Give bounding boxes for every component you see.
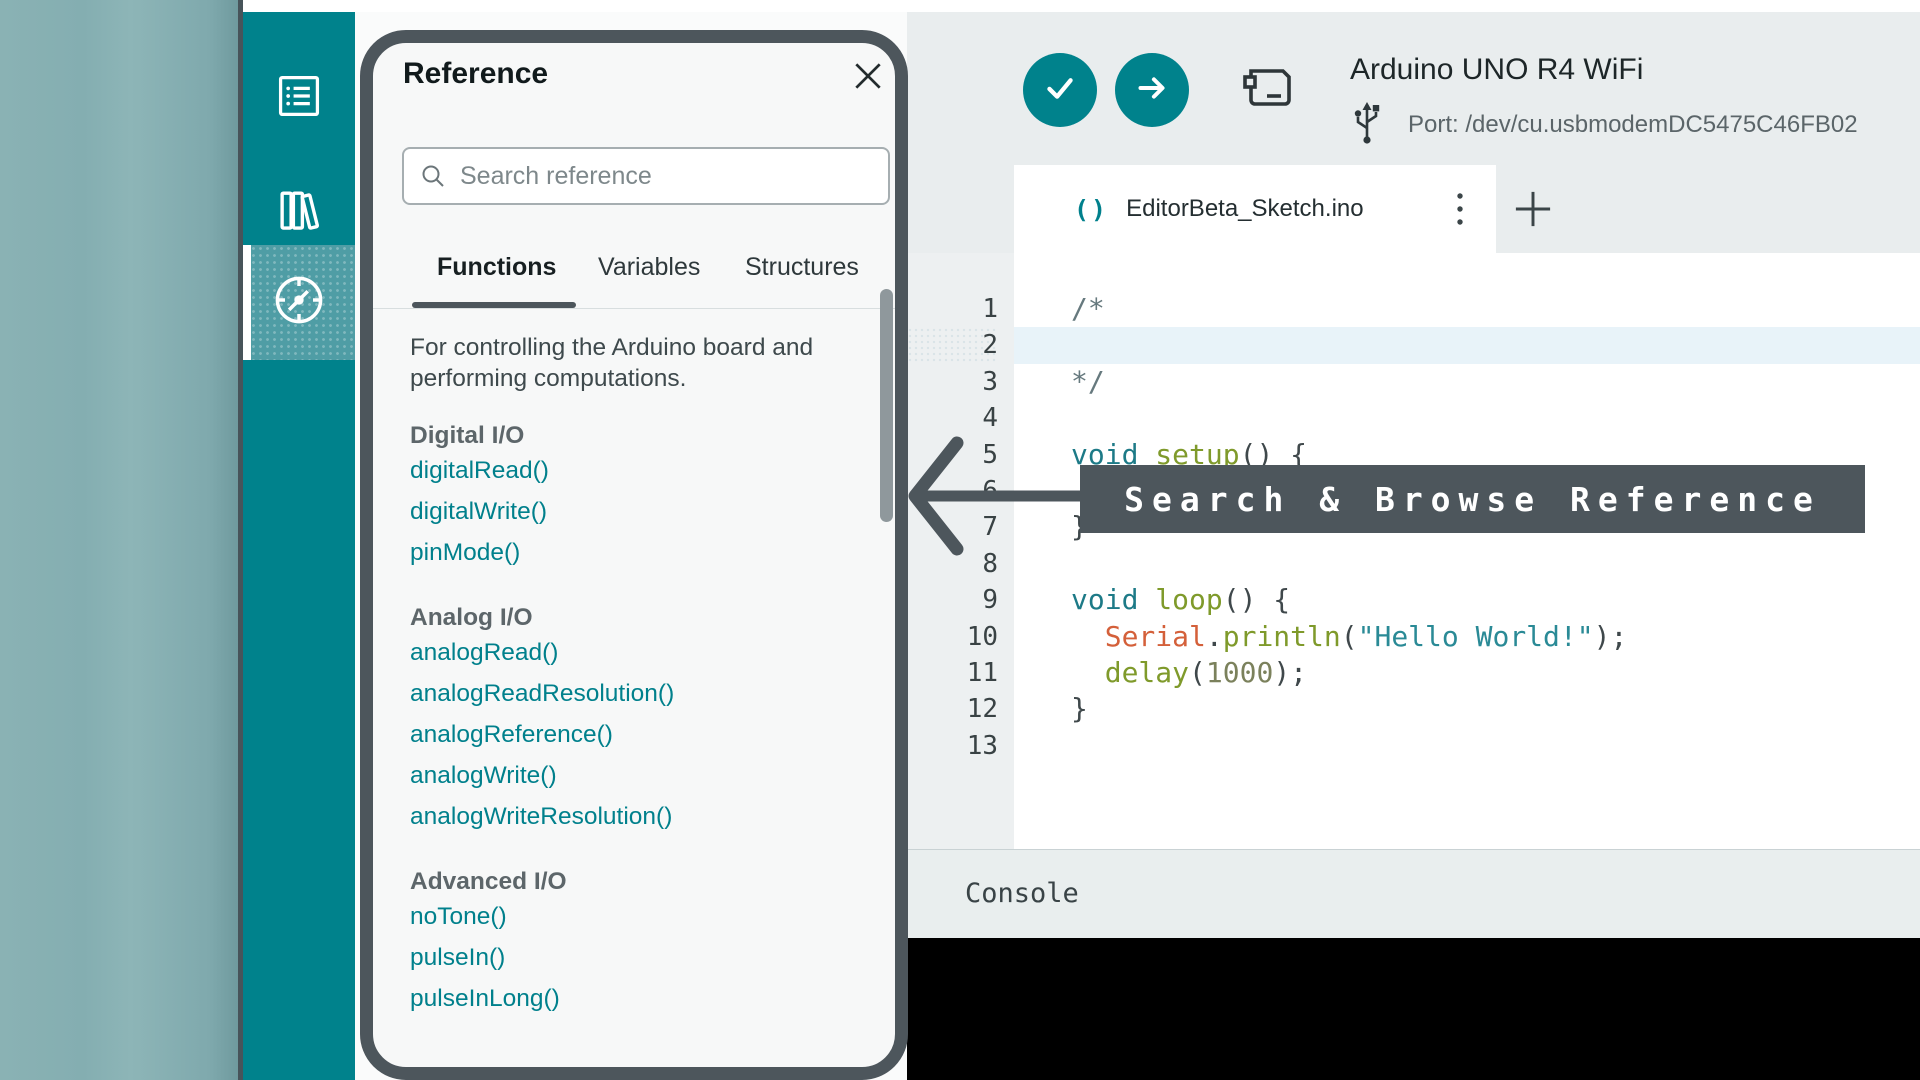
- reference-function-link[interactable]: analogReference(): [410, 714, 850, 755]
- sketch-tab-name: EditorBeta_Sketch.ino: [1126, 195, 1363, 223]
- search-input[interactable]: [460, 162, 888, 191]
- tab-strip: () EditorBeta_Sketch.ino: [907, 165, 1920, 253]
- tab-menu-kebab-icon[interactable]: [1452, 189, 1468, 229]
- arduino-cloud-editor: Arduino UNO R4 WiFi Port: /dev/cu.usbmod…: [0, 0, 1920, 1080]
- reference-search-box[interactable]: [402, 147, 890, 205]
- reference-function-link[interactable]: analogWrite(): [410, 755, 850, 796]
- line-number: 10: [907, 619, 998, 655]
- line-number: 7: [907, 509, 998, 545]
- reference-section-title: Digital I/O: [410, 422, 850, 450]
- arrow-right-icon: [1129, 65, 1175, 116]
- line-number: 4: [907, 400, 998, 436]
- upload-button[interactable]: [1115, 53, 1189, 127]
- library-books-icon: [272, 183, 326, 242]
- close-icon[interactable]: [851, 59, 885, 93]
- port-label: Port: /dev/cu.usbmodemDC5475C46FB02: [1408, 111, 1858, 139]
- code-line: /*: [1071, 291, 1627, 327]
- console-output[interactable]: [907, 938, 1920, 1080]
- line-number: 9: [907, 582, 998, 618]
- desktop-background-strip: [0, 0, 238, 1080]
- line-number: 8: [907, 546, 998, 582]
- code-editor[interactable]: 12345678910111213 /* */ void setup() { S…: [907, 253, 1920, 849]
- verify-button[interactable]: [1023, 53, 1097, 127]
- code-line: [1071, 327, 1627, 363]
- usb-icon: [1352, 100, 1384, 151]
- code-line: void loop() {: [1071, 582, 1627, 618]
- reference-function-link[interactable]: analogWriteResolution(): [410, 796, 850, 837]
- reference-scrollbar-thumb[interactable]: [880, 289, 893, 522]
- code-line: }: [1071, 509, 1627, 545]
- window-top-strip: [243, 0, 1920, 12]
- code-line: Serial.println("Hello World!");: [1071, 619, 1627, 655]
- line-number: 6: [907, 473, 998, 509]
- reference-function-link[interactable]: pinMode(): [410, 532, 850, 573]
- reference-section-title: Advanced I/O: [410, 868, 850, 896]
- reference-section-title: Analog I/O: [410, 604, 850, 632]
- code-lines: /* */ void setup() { Serial.begin(9600);…: [1071, 291, 1627, 764]
- line-number: 5: [907, 437, 998, 473]
- reference-function-link[interactable]: pulseIn(): [410, 937, 850, 978]
- sidebar-item-sketchbook[interactable]: [243, 46, 355, 150]
- line-number: 2: [907, 327, 998, 363]
- check-icon: [1037, 65, 1083, 116]
- line-number: 12: [907, 691, 998, 727]
- code-line: Serial.begin(9600);: [1071, 473, 1627, 509]
- code-line: */: [1071, 364, 1627, 400]
- code-line: [1071, 546, 1627, 582]
- search-icon: [420, 163, 446, 189]
- active-tab-underline: [412, 302, 576, 308]
- reference-tabs: Functions Variables Structures: [373, 239, 895, 309]
- reference-function-link[interactable]: analogReadResolution(): [410, 673, 850, 714]
- line-number: 11: [907, 655, 998, 691]
- console-header[interactable]: Console: [907, 849, 1920, 938]
- reference-function-link[interactable]: noTone(): [410, 896, 850, 937]
- reference-function-link[interactable]: digitalWrite(): [410, 491, 850, 532]
- reference-panel: Reference Functions Variables Structures: [360, 30, 908, 1080]
- reference-compass-icon: [271, 272, 327, 333]
- sketch-tab[interactable]: () EditorBeta_Sketch.ino: [1014, 165, 1496, 253]
- code-line: delay(1000);: [1071, 655, 1627, 691]
- tab-functions[interactable]: Functions: [437, 253, 556, 282]
- code-line: void setup() {: [1071, 437, 1627, 473]
- tab-structures[interactable]: Structures: [745, 253, 859, 282]
- board-icon: [1243, 66, 1297, 117]
- reference-function-link[interactable]: pulseInLong(): [410, 978, 850, 1019]
- editor-pane: Arduino UNO R4 WiFi Port: /dev/cu.usbmod…: [907, 12, 1920, 1080]
- sidebar: [243, 12, 355, 1080]
- code-line: }: [1071, 691, 1627, 727]
- sketch-list-icon: [273, 70, 325, 127]
- code-glyph-icon: (): [1074, 195, 1108, 224]
- sidebar-item-reference[interactable]: [243, 245, 355, 360]
- editor-toolbar: Arduino UNO R4 WiFi Port: /dev/cu.usbmod…: [907, 12, 1920, 165]
- reference-list: For controlling the Arduino board and pe…: [410, 310, 850, 1019]
- reference-function-link[interactable]: analogRead(): [410, 632, 850, 673]
- reference-function-link[interactable]: digitalRead(): [410, 450, 850, 491]
- tab-variables[interactable]: Variables: [598, 253, 700, 282]
- code-line: [1071, 400, 1627, 436]
- reference-description: For controlling the Arduino board and pe…: [410, 332, 850, 394]
- add-tab-button[interactable]: [1511, 187, 1555, 231]
- line-number-gutter: 12345678910111213: [907, 253, 1014, 849]
- code-line: [1071, 728, 1627, 764]
- line-number: 1: [907, 291, 998, 327]
- console-label: Console: [965, 878, 1079, 909]
- port-row: Port: /dev/cu.usbmodemDC5475C46FB02: [1352, 100, 1858, 150]
- board-name[interactable]: Arduino UNO R4 WiFi: [1350, 53, 1643, 87]
- reference-panel-title: Reference: [403, 57, 548, 91]
- line-number: 3: [907, 364, 998, 400]
- line-number: 13: [907, 728, 998, 764]
